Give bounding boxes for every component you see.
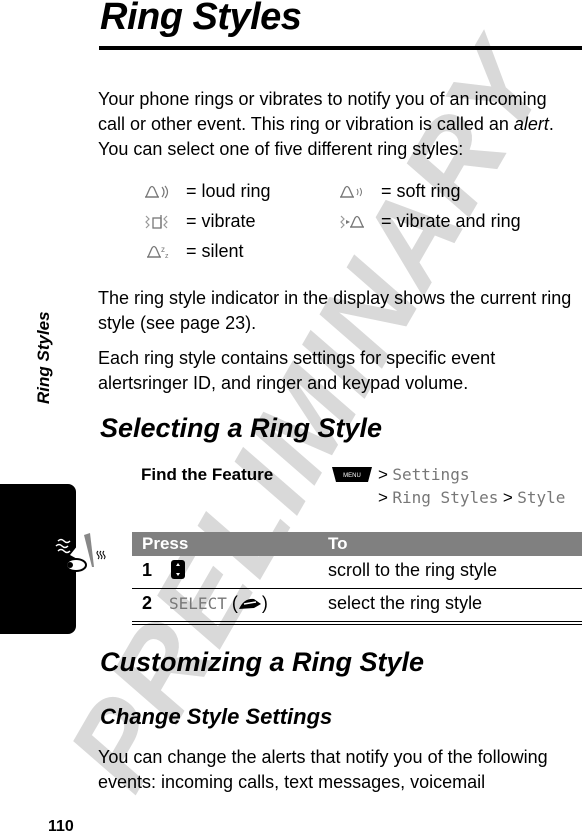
intro-text-pre: Your phone rings or vibrates to notify y… (98, 89, 547, 134)
step-action: select the ring style (328, 593, 483, 613)
legend-label: = soft ring (381, 181, 461, 201)
svg-text:MENU: MENU (343, 473, 361, 479)
legend-label: = loud ring (186, 181, 271, 201)
customizing-heading: Customizing a Ring Style (100, 647, 425, 677)
customizing-paragraph: You can change the alerts that notify yo… (98, 747, 548, 792)
find-feature-label: Find the Feature (141, 465, 274, 484)
intro-paragraph: Your phone rings or vibrates to notify y… (98, 87, 578, 162)
press-to-table: Press To 1 scroll to the ring style 2 SE… (132, 532, 582, 625)
menu-path-line1: > Settings (378, 465, 469, 485)
silent-icon: zz (142, 242, 182, 262)
legend-label: = vibrate and ring (381, 211, 521, 231)
path-separator: > (378, 465, 388, 484)
path-separator: > (378, 488, 388, 507)
change-settings-subheading: Change Style Settings (100, 704, 333, 729)
select-softkey-label: SELECT (169, 594, 227, 613)
page-number: 110 (48, 818, 74, 835)
page-title: Ring Styles (100, 0, 302, 38)
legend-label: = silent (186, 241, 244, 261)
indicator-paragraph: The ring style indicator in the display … (98, 288, 572, 333)
loud-ring-icon (142, 182, 182, 202)
vibrate-and-ring-icon (337, 212, 377, 232)
legend-loud-ring: = loud ring (142, 181, 271, 202)
table-bottom-rule-2 (132, 624, 582, 625)
legend-label: = vibrate (186, 211, 256, 231)
intro-emphasis: alert (513, 114, 549, 134)
path-separator: > (502, 488, 513, 507)
legend-soft-ring: = soft ring (337, 181, 461, 202)
soft-ring-icon (337, 182, 377, 202)
table-header: Press To (132, 532, 582, 556)
title-rule (99, 46, 582, 50)
legend-vibrate: = vibrate (142, 211, 256, 232)
legend-vibrate-and-ring: = vibrate and ring (337, 211, 521, 232)
ringing-bell-icon (50, 527, 110, 592)
right-soft-key-icon (238, 594, 262, 615)
side-tab-label: Ring Styles (34, 311, 53, 404)
table-row: 1 scroll to the ring style (132, 556, 582, 588)
step-number: 2 (142, 593, 153, 613)
preliminary-watermark: PRELIMINARY (42, 22, 574, 811)
menu-key-icon: MENU (332, 466, 372, 483)
step-action: scroll to the ring style (328, 560, 498, 580)
table-row: 2 SELECT ( ) select the ring style (142, 593, 483, 615)
selecting-heading: Selecting a Ring Style (100, 413, 383, 443)
path-item-style: Style (517, 488, 566, 507)
header-press: Press (142, 534, 189, 553)
nav-key-icon (171, 560, 186, 584)
legend-silent: zz = silent (142, 241, 244, 262)
vibrate-icon (142, 212, 182, 232)
step-number: 1 (142, 560, 153, 580)
svg-text:z: z (165, 253, 169, 260)
menu-path-line2: > Ring Styles > Style (378, 488, 565, 508)
settings-paragraph: Each ring style contains settings for sp… (98, 348, 496, 393)
path-item-ring-styles: Ring Styles (392, 488, 499, 507)
header-to: To (328, 534, 348, 553)
path-item-settings: Settings (392, 465, 470, 484)
